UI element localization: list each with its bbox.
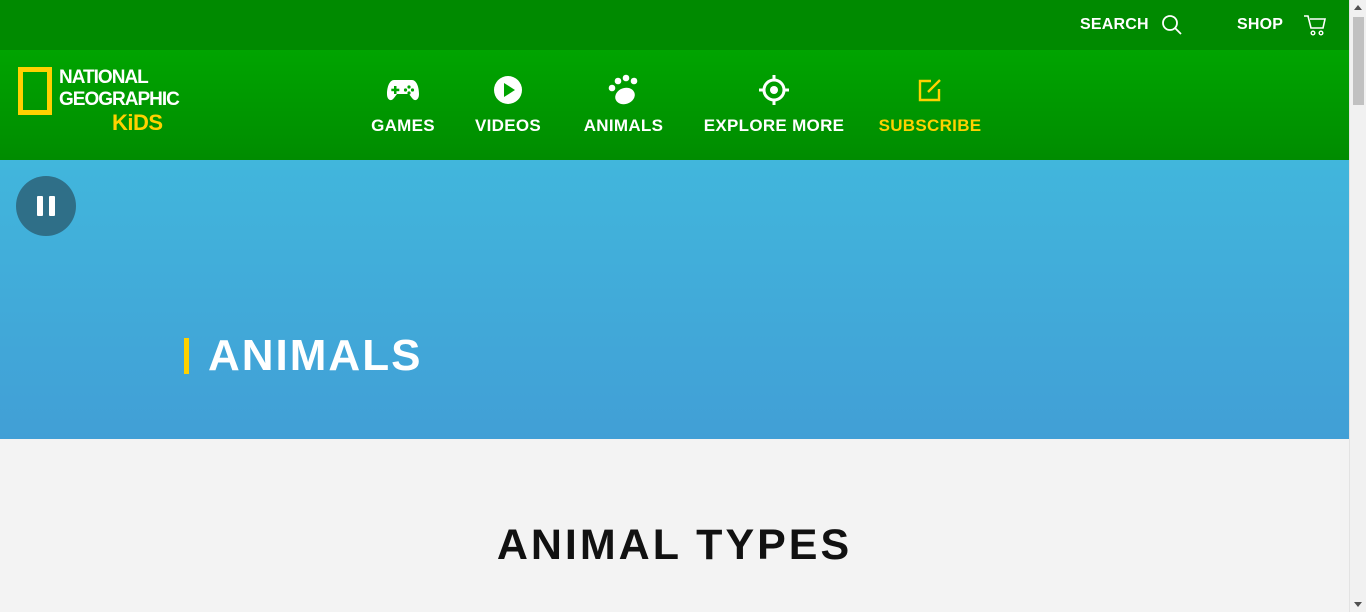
natgeo-kids-logo[interactable]: NATIONAL GEOGRAPHIC KiDS — [18, 67, 188, 139]
page: SEARCH SHOP NATIONAL GEOGRAPHIC KiDS GAM… — [0, 0, 1349, 612]
pause-icon-bar — [49, 196, 55, 216]
main-navigation: NATIONAL GEOGRAPHIC KiDS GAMES VIDEOS AN… — [0, 50, 1349, 160]
nav-animals-label: ANIMALS — [583, 116, 664, 135]
edit-icon — [916, 70, 944, 110]
vertical-scrollbar[interactable] — [1349, 0, 1366, 612]
nav-subscribe[interactable]: SUBSCRIBE — [878, 70, 982, 145]
search-button[interactable]: SEARCH — [1080, 0, 1183, 50]
section-title: ANIMAL TYPES — [496, 521, 853, 569]
pause-button[interactable] — [16, 176, 76, 236]
top-utility-bar: SEARCH SHOP — [0, 0, 1349, 50]
nav-explore-more[interactable]: EXPLORE MORE — [704, 70, 844, 145]
nav-games[interactable]: GAMES — [369, 70, 437, 145]
nav-animals[interactable]: ANIMALS — [580, 70, 667, 145]
logo-line-3: KiDS — [112, 110, 163, 135]
title-accent-bar — [184, 338, 189, 374]
nav-games-label: GAMES — [371, 116, 435, 135]
hero-banner: ANIMALS — [0, 160, 1349, 439]
page-title: ANIMALS — [208, 331, 423, 380]
search-icon — [1161, 14, 1183, 36]
logo-yellow-border-icon — [18, 67, 52, 115]
paw-icon — [607, 70, 641, 110]
nav-explore-more-label: EXPLORE MORE — [703, 116, 845, 135]
nav-videos[interactable]: VIDEOS — [473, 70, 543, 145]
shop-button[interactable]: SHOP — [1237, 0, 1327, 50]
scrollbar-thumb[interactable] — [1353, 17, 1364, 105]
search-label: SEARCH — [1080, 16, 1149, 33]
hero-title-group: ANIMALS — [184, 334, 422, 378]
pause-icon — [37, 196, 43, 216]
gamepad-icon — [386, 70, 420, 110]
scroll-down-arrow-icon[interactable] — [1354, 602, 1362, 607]
play-icon — [493, 70, 523, 110]
target-icon — [759, 70, 789, 110]
shop-label: SHOP — [1237, 16, 1284, 33]
logo-line-2: GEOGRAPHIC — [59, 89, 180, 110]
cart-icon — [1303, 13, 1327, 37]
nav-subscribe-label: SUBSCRIBE — [878, 116, 982, 135]
logo-line-1: NATIONAL — [59, 67, 149, 88]
nav-videos-label: VIDEOS — [474, 116, 542, 135]
scroll-up-arrow-icon[interactable] — [1354, 5, 1362, 10]
